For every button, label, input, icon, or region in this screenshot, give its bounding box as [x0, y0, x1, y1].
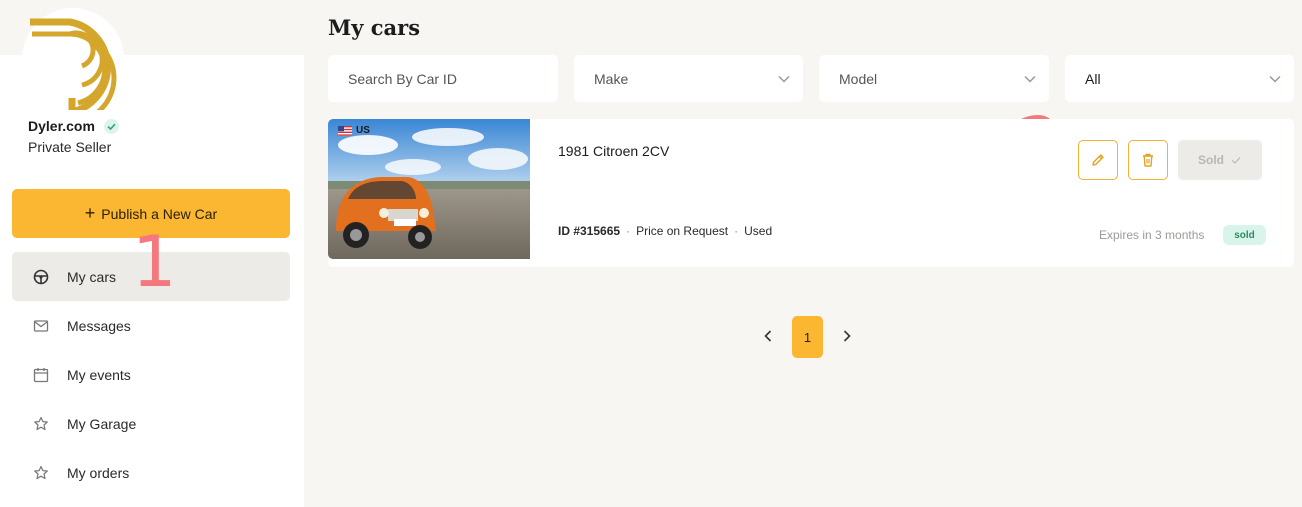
status-select[interactable]: All — [1065, 55, 1294, 102]
separator-dot: · — [626, 224, 631, 238]
steering-wheel-icon — [33, 269, 49, 285]
car-listing-card[interactable]: US 1981 Citroen 2CV ID #315665 · Price o… — [328, 119, 1294, 267]
mark-sold-button[interactable]: Sold — [1178, 140, 1262, 180]
chevron-down-icon — [1023, 72, 1037, 89]
pencil-icon — [1092, 154, 1104, 166]
seller-type: Private Seller — [28, 139, 112, 155]
model-select[interactable]: Model — [819, 55, 1049, 102]
sidebar-item-label: My events — [67, 366, 131, 383]
car-meta: ID #315665 · Price on Request · Used — [558, 224, 772, 238]
search-car-id-field[interactable] — [328, 55, 558, 102]
page-number-button[interactable]: 1 — [792, 316, 823, 358]
sidebar-item-messages[interactable]: Messages — [12, 301, 290, 350]
sidebar-item-my-orders[interactable]: My orders — [12, 448, 290, 497]
chevron-left-icon — [764, 330, 772, 342]
country-badge: US — [338, 125, 370, 136]
sidebar-item-my-events[interactable]: My events — [12, 350, 290, 399]
chevron-down-icon — [777, 72, 791, 89]
next-page-button[interactable] — [837, 326, 857, 346]
edit-button[interactable] — [1078, 140, 1118, 180]
previous-page-button[interactable] — [758, 326, 778, 346]
sidebar-item-label: My cars — [67, 268, 116, 285]
publish-button-label: Publish a New Car — [101, 205, 218, 222]
search-input[interactable] — [348, 70, 558, 87]
us-flag-icon — [338, 125, 352, 136]
separator-dot: · — [734, 224, 739, 238]
sold-button-label: Sold — [1198, 153, 1224, 167]
chevron-down-icon — [1268, 72, 1282, 89]
car-title[interactable]: 1981 Citroen 2CV — [558, 143, 669, 159]
sidebar-item-label: Messages — [67, 317, 131, 334]
check-icon — [1231, 157, 1241, 164]
status-select-value: All — [1085, 70, 1101, 87]
country-code: US — [356, 125, 370, 136]
car-photo[interactable]: US — [328, 119, 530, 259]
sidebar-item-label: My orders — [67, 464, 130, 481]
car-price: Price on Request — [636, 224, 729, 238]
chevron-right-icon — [843, 330, 851, 342]
make-select[interactable]: Make — [574, 55, 803, 102]
plus-icon: + — [84, 202, 96, 223]
sidebar-item-my-garage[interactable]: My Garage — [12, 399, 290, 448]
trash-icon — [1143, 153, 1153, 167]
car-condition: Used — [744, 224, 773, 238]
delete-button[interactable] — [1128, 140, 1168, 180]
status-badge: sold — [1223, 225, 1266, 245]
car-id: ID #315665 — [558, 224, 621, 238]
annotation-number-1: 1 — [132, 221, 177, 303]
expiry-text: Expires in 3 months — [1099, 228, 1205, 242]
verified-check-icon — [104, 119, 119, 134]
star-icon — [33, 416, 49, 432]
envelope-icon — [33, 318, 49, 334]
star-icon — [33, 465, 49, 481]
page-title: My cars — [328, 15, 421, 40]
make-select-value: Make — [594, 70, 629, 87]
model-select-value: Model — [839, 70, 878, 87]
dyler-logo — [22, 8, 124, 110]
calendar-icon — [33, 367, 49, 383]
seller-name: Dyler.com — [28, 118, 95, 134]
sidebar-item-label: My Garage — [67, 415, 137, 432]
